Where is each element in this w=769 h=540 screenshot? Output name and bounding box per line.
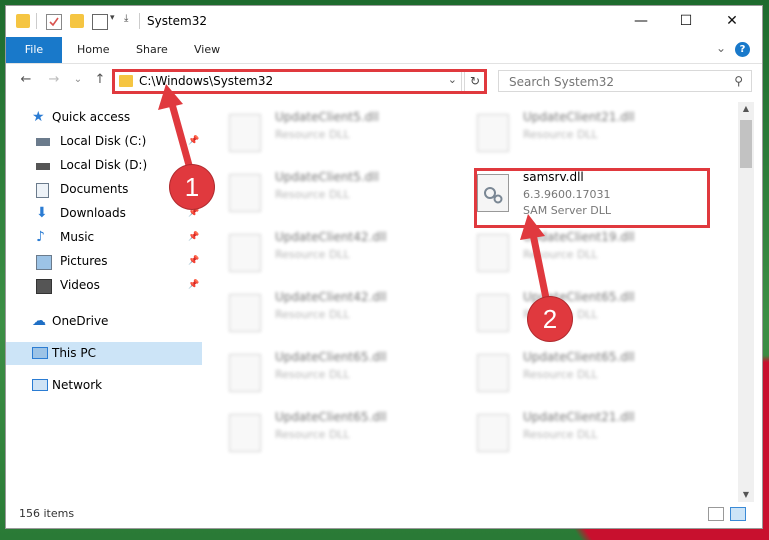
arrow-2-head [520,214,545,240]
step-1-badge: 1 [170,165,214,209]
step-2-badge: 2 [528,297,572,341]
annotation-arrows [158,84,552,309]
arrow-1-head [158,84,183,110]
